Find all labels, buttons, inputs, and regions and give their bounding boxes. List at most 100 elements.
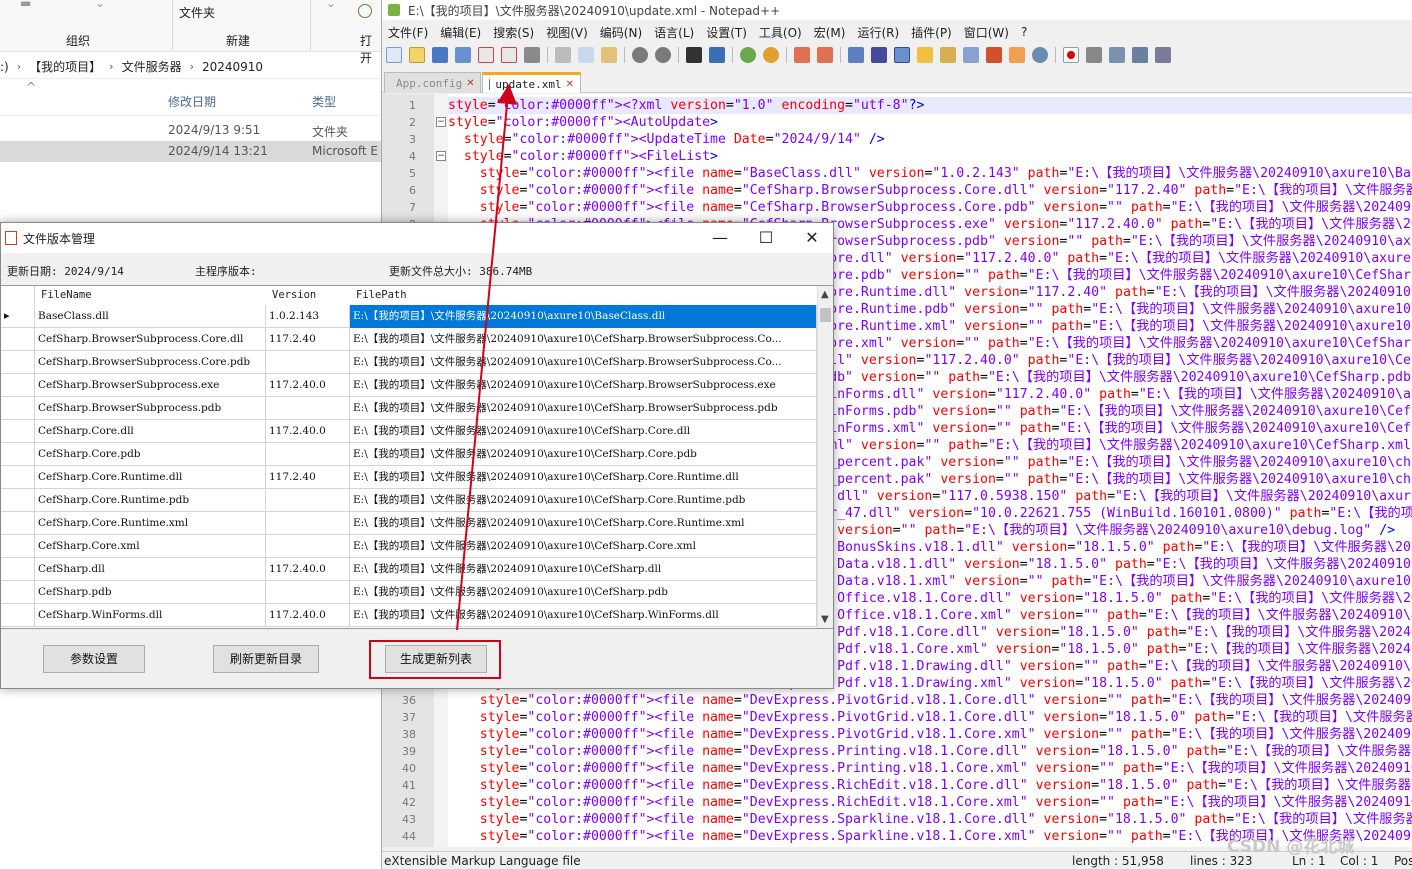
scroll-down-icon[interactable]: ▼ xyxy=(821,614,829,625)
column-type[interactable]: 类型 xyxy=(312,93,336,110)
table-row[interactable]: CefSharp.BrowserSubprocess.Core.dll 117.2… xyxy=(1,328,817,351)
cell-name[interactable]: CefSharp.Core.Runtime.pdb xyxy=(35,489,266,512)
cell-name[interactable]: CefSharp.BrowserSubprocess.pdb xyxy=(35,397,266,420)
table-row[interactable]: CefSharp.Core.pdb E:\【我的项目】\文件服务器\2024091… xyxy=(1,443,817,466)
menu-run[interactable]: 运行(R) xyxy=(857,24,899,41)
record-macro-icon[interactable] xyxy=(1063,47,1079,63)
list-item-selected[interactable]: 2024/9/14 13:21 Microsoft E xyxy=(0,141,381,162)
column-filepath[interactable]: FilePath xyxy=(356,286,407,304)
row-header[interactable] xyxy=(1,397,35,420)
tab-app-config[interactable]: App.config ✕ xyxy=(384,72,481,93)
row-header[interactable] xyxy=(1,466,35,489)
udl-icon[interactable] xyxy=(917,47,933,63)
cell-version[interactable] xyxy=(266,443,350,466)
fold-toggle-icon[interactable]: − xyxy=(436,117,446,127)
cell-name[interactable]: CefSharp.Core.dll xyxy=(35,420,266,443)
cell-name[interactable]: CefSharp.BrowserSubprocess.exe xyxy=(35,374,266,397)
params-button[interactable]: 参数设置 xyxy=(43,645,145,673)
cell-name[interactable]: CefSharp.WinForms.dll xyxy=(35,604,266,627)
table-row[interactable]: CefSharp.Core.dll 117.2.40.0 E:\【我的项目】\文件服… xyxy=(1,420,817,443)
new-folder-button[interactable]: 文件夹 xyxy=(179,4,215,21)
cell-path[interactable]: E:\【我的项目】\文件服务器\20240910\axure10\CefShar… xyxy=(350,328,817,351)
cell-path[interactable]: E:\【我的项目】\文件服务器\20240910\axure10\CefShar… xyxy=(350,466,817,489)
row-header[interactable]: ▸ xyxy=(1,305,35,328)
cell-version[interactable]: 117.2.40.0 xyxy=(266,420,350,443)
function-list-icon[interactable] xyxy=(986,47,1002,63)
cell-name[interactable]: BaseClass.dll xyxy=(35,305,266,328)
paste-icon[interactable] xyxy=(601,47,617,63)
row-header[interactable] xyxy=(1,558,35,581)
replace-icon[interactable] xyxy=(709,47,725,63)
doc-map-icon[interactable] xyxy=(940,47,956,63)
row-header[interactable] xyxy=(1,328,35,351)
maximize-button[interactable]: ☐ xyxy=(743,226,789,250)
scroll-thumb[interactable] xyxy=(820,308,831,322)
table-row[interactable]: CefSharp.Core.xml E:\【我的项目】\文件服务器\2024091… xyxy=(1,535,817,558)
breadcrumb-item[interactable]: 20240910 xyxy=(202,60,263,74)
breadcrumb-item[interactable]: 文件服务器 xyxy=(122,58,182,75)
print-icon[interactable] xyxy=(524,47,540,63)
cell-name[interactable]: CefSharp.BrowserSubprocess.Core.pdb xyxy=(35,351,266,374)
row-header[interactable] xyxy=(1,535,35,558)
cell-path[interactable]: E:\【我的项目】\文件服务器\20240910\axure10\CefShar… xyxy=(350,512,817,535)
table-row[interactable]: CefSharp.Core.Runtime.dll 117.2.40 E:\【我的项… xyxy=(1,466,817,489)
folder-workspace-icon[interactable] xyxy=(1009,47,1025,63)
cell-path[interactable]: E:\【我的项目】\文件服务器\20240910\axure10\CefShar… xyxy=(350,604,817,627)
menu-edit[interactable]: 编辑(E) xyxy=(440,24,481,41)
run-macro-multiple-icon[interactable] xyxy=(1132,47,1148,63)
cell-version[interactable]: 117.2.40.0 xyxy=(266,558,350,581)
column-version[interactable]: Version xyxy=(272,286,317,304)
cell-version[interactable] xyxy=(266,397,350,420)
stop-macro-icon[interactable] xyxy=(1086,47,1102,63)
vertical-scrollbar[interactable]: ▲ ▼ xyxy=(817,286,833,628)
address-bar[interactable]: :) › 【我的项目】 › 文件服务器 › 20240910 xyxy=(0,55,381,79)
breadcrumb-root[interactable]: :) xyxy=(0,60,9,74)
row-header[interactable] xyxy=(1,512,35,535)
file-grid[interactable]: FileName Version FilePath ▸ BaseClass.dll… xyxy=(1,285,833,629)
menu-plugins[interactable]: 插件(P) xyxy=(911,24,952,41)
copy-icon[interactable] xyxy=(578,47,594,63)
sync-vertical-icon[interactable] xyxy=(794,47,810,63)
cell-name[interactable]: CefSharp.Core.Runtime.dll xyxy=(35,466,266,489)
menu-view[interactable]: 视图(V) xyxy=(546,24,588,41)
word-wrap-icon[interactable] xyxy=(848,47,864,63)
close-icon[interactable] xyxy=(478,47,494,63)
table-row[interactable]: CefSharp.BrowserSubprocess.exe 117.2.40.0… xyxy=(1,374,817,397)
close-tab-icon[interactable]: ✕ xyxy=(466,78,474,89)
close-tab-icon[interactable]: ✕ xyxy=(566,79,574,90)
redo-icon[interactable] xyxy=(655,47,671,63)
close-button[interactable]: ✕ xyxy=(789,226,835,250)
cell-path[interactable]: E:\【我的项目】\文件服务器\20240910\axure10\CefShar… xyxy=(350,420,817,443)
sync-horizontal-icon[interactable] xyxy=(817,47,833,63)
minimize-button[interactable]: — xyxy=(697,226,743,250)
cell-version[interactable]: 117.2.40.0 xyxy=(266,604,350,627)
zoom-in-icon[interactable] xyxy=(740,47,756,63)
menu-tools[interactable]: 工具(O) xyxy=(759,24,802,41)
menu-search[interactable]: 搜索(S) xyxy=(493,24,534,41)
cut-icon[interactable] xyxy=(555,47,571,63)
zoom-out-icon[interactable] xyxy=(763,47,779,63)
menu-file[interactable]: 文件(F) xyxy=(388,24,428,41)
new-file-icon[interactable] xyxy=(386,47,402,63)
cell-name[interactable]: CefSharp.Core.Runtime.xml xyxy=(35,512,266,535)
table-row[interactable]: CefSharp.dll 117.2.40.0 E:\【我的项目】\文件服务器\20… xyxy=(1,558,817,581)
open-file-icon[interactable] xyxy=(409,47,425,63)
row-header[interactable] xyxy=(1,420,35,443)
table-row[interactable]: CefSharp.pdb E:\【我的项目】\文件服务器\20240910\axu… xyxy=(1,581,817,604)
cell-version[interactable] xyxy=(266,581,350,604)
cell-path[interactable]: E:\【我的项目】\文件服务器\20240910\axure10\CefShar… xyxy=(350,397,817,420)
history-icon[interactable] xyxy=(358,4,372,18)
indent-guide-icon[interactable] xyxy=(894,47,910,63)
cell-version[interactable] xyxy=(266,535,350,558)
menu-help[interactable]: ? xyxy=(1021,25,1027,39)
row-header[interactable] xyxy=(1,351,35,374)
cell-path[interactable]: E:\【我的项目】\文件服务器\20240910\axure10\CefShar… xyxy=(350,489,817,512)
row-header[interactable] xyxy=(1,443,35,466)
menu-language[interactable]: 语言(L) xyxy=(654,24,694,41)
scroll-up-icon[interactable]: ▲ xyxy=(821,289,829,300)
monitoring-icon[interactable] xyxy=(1032,47,1048,63)
cell-version[interactable]: 117.2.40.0 xyxy=(266,374,350,397)
menu-encoding[interactable]: 编码(N) xyxy=(600,24,642,41)
cell-path[interactable]: E:\【我的项目】\文件服务器\20240910\axure10\CefShar… xyxy=(350,443,817,466)
cell-version[interactable]: 117.2.40 xyxy=(266,328,350,351)
